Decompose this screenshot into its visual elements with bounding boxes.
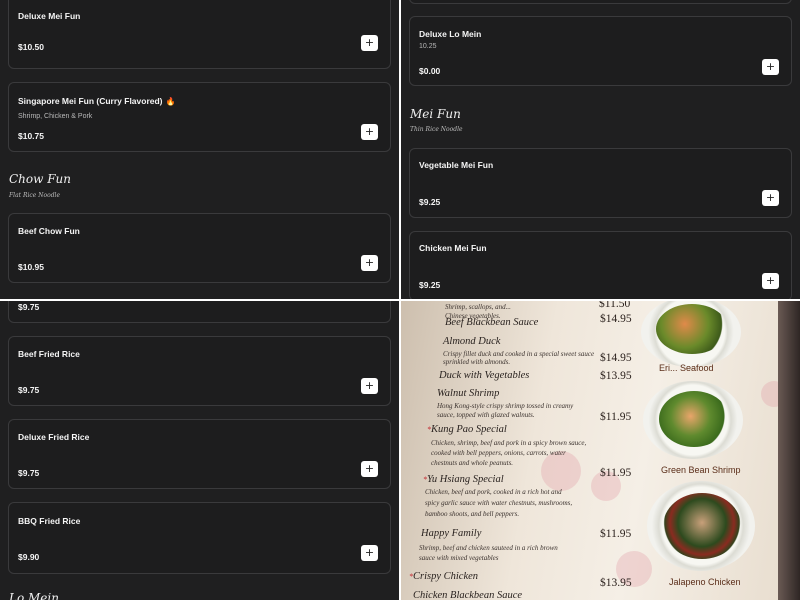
menu-photo-name: Chicken Blackbean Sauce [413,590,523,600]
menu-photo-name: *Kung Pao Special [427,424,507,435]
category-title: Mei Fun [410,107,461,121]
menu-photo-price: $11.95 [600,411,632,423]
screenshot-collage: Deluxe Mei Fun $10.50 + Singapore Mei Fu… [0,0,800,600]
menu-photo-text: Crispy fillet duck and cooked in a speci… [443,350,595,358]
menu-item-card[interactable]: Deluxe Fried Rice $9.75 + [8,419,391,489]
item-price: $9.90 [18,552,40,562]
item-name: Deluxe Mei Fun [18,11,81,21]
menu-photo-text: chestnuts and whole peanuts. [431,459,514,467]
item-price: $0.00 [419,66,441,76]
menu-photo-name: Almond Duck [443,336,501,347]
item-name: Deluxe Lo Mein [419,29,482,39]
menu-panel-top-right: Deluxe Lo Mein 10.25 $0.00 + Mei Fun Thi… [401,0,800,299]
category-subtitle: Flat Rice Noodle [9,192,61,199]
menu-photo: Shrimp, scallops, and... Chinese vegetab… [401,301,800,600]
item-name: BBQ Fried Rice [18,516,81,526]
menu-photo-text: bamboo shoots, and bell peppers. [425,510,520,518]
menu-photo-price: $11.95 [600,467,632,479]
menu-photo-price: $11.50 [599,301,631,310]
dish-caption: Green Bean Shrimp [661,465,741,475]
add-to-cart-button[interactable]: + [361,255,378,271]
item-price: $9.75 [18,302,40,312]
add-to-cart-button[interactable]: + [361,124,378,140]
category-title: Lo Mein [9,591,59,600]
menu-item-card[interactable]: Beef Fried Rice $9.75 + [8,336,391,406]
spicy-flame-icon: 🔥 [165,97,176,106]
menu-photo-name: Duck with Vegetables [439,370,530,381]
menu-item-card[interactable]: Singapore Mei Fun (Curry Flavored) 🔥 Shri… [8,82,391,152]
item-description: Shrimp, Chicken & Pork [18,113,93,120]
item-price: $10.75 [18,131,44,141]
menu-edge-shadow [778,301,800,600]
add-to-cart-button[interactable]: + [361,461,378,477]
menu-photo-text: spicy garlic sauce with water chestnuts,… [425,499,573,507]
item-price: $9.75 [18,385,40,395]
add-to-cart-button[interactable]: + [361,378,378,394]
menu-photo-text: Chicken, shrimp, beef and pork in a spic… [431,439,587,447]
menu-photo-price: $14.95 [600,313,632,325]
add-to-cart-button[interactable]: + [762,190,779,206]
menu-photo-text: Hong Kong-style crispy shrimp tossed in … [437,402,574,410]
menu-photo-text: cooked with bell peppers, onions, carrot… [431,449,566,457]
add-to-cart-button[interactable]: + [361,35,378,51]
menu-photo-price: $13.95 [600,370,632,382]
menu-photo-text: sauce with mixed vegetables [419,554,499,562]
add-to-cart-button[interactable]: + [361,545,378,561]
menu-panel-bottom-left: $9.75 + Beef Fried Rice $9.75 + Deluxe F… [0,301,399,600]
menu-photo-name: *Crispy Chicken [409,571,479,582]
item-name: Deluxe Fried Rice [18,432,90,442]
menu-photo-price: $14.95 [600,352,632,364]
menu-photo-text: Shrimp, scallops, and... [445,303,511,311]
item-price: $9.25 [419,280,441,290]
menu-photo-text: sprinkled with almonds. [443,358,511,366]
menu-item-card[interactable]: Vegetable Mei Fun $9.25 + [409,148,792,218]
menu-item-card[interactable]: Deluxe Lo Mein 10.25 $0.00 + [409,16,792,86]
menu-item-card[interactable]: Deluxe Mei Fun $10.50 + [8,0,391,69]
dish-food [656,304,728,354]
item-name: Vegetable Mei Fun [419,160,494,170]
menu-photo-text: sauce, topped with glazed walnuts. [437,411,535,419]
item-price: $9.75 [18,468,40,478]
item-description: 10.25 [419,43,437,50]
menu-item-card[interactable]: Beef Chow Fun $10.95 + [8,213,391,283]
item-name: Chicken Mei Fun [419,243,487,253]
menu-photo-name: Happy Family [421,528,482,539]
menu-item-card[interactable]: $9.75 + [8,301,391,323]
menu-photo-name: Walnut Shrimp [437,388,500,399]
item-price: $9.25 [419,197,441,207]
category-subtitle: Thin Rice Noodle [410,126,463,133]
dish-caption: Eri... Seafood [659,363,714,373]
add-to-cart-button[interactable]: + [762,273,779,289]
menu-photo-name: Beef Blackbean Sauce [445,317,539,328]
dish-food [663,493,741,559]
dish-caption: Jalapeno Chicken [669,577,741,587]
menu-item-card[interactable]: Chicken Mei Fun $9.25 + [409,231,792,299]
menu-photo-price: $11.95 [600,528,632,540]
menu-panel-top-left: Deluxe Mei Fun $10.50 + Singapore Mei Fu… [0,0,399,299]
menu-photo-text: Chicken, beef and pork, cooked in a rich… [425,488,562,496]
blossom-decoration [541,451,581,491]
item-name: Singapore Mei Fun (Curry Flavored) 🔥 [18,96,176,106]
item-name: Beef Fried Rice [18,349,80,359]
menu-item-card[interactable] [409,0,792,4]
item-price: $10.95 [18,262,44,272]
menu-photo-name: *Yu Hsiang Special [423,474,504,485]
item-name: Beef Chow Fun [18,226,80,236]
add-to-cart-button[interactable]: + [762,59,779,75]
item-price: $10.50 [18,42,44,52]
menu-item-card[interactable]: BBQ Fried Rice $9.90 + [8,502,391,574]
dish-food [659,391,729,447]
category-title: Chow Fun [9,172,72,186]
menu-photo-text: Shrimp, beef and chicken sauteed in a ri… [419,544,558,552]
menu-photo-price: $13.95 [600,577,632,589]
